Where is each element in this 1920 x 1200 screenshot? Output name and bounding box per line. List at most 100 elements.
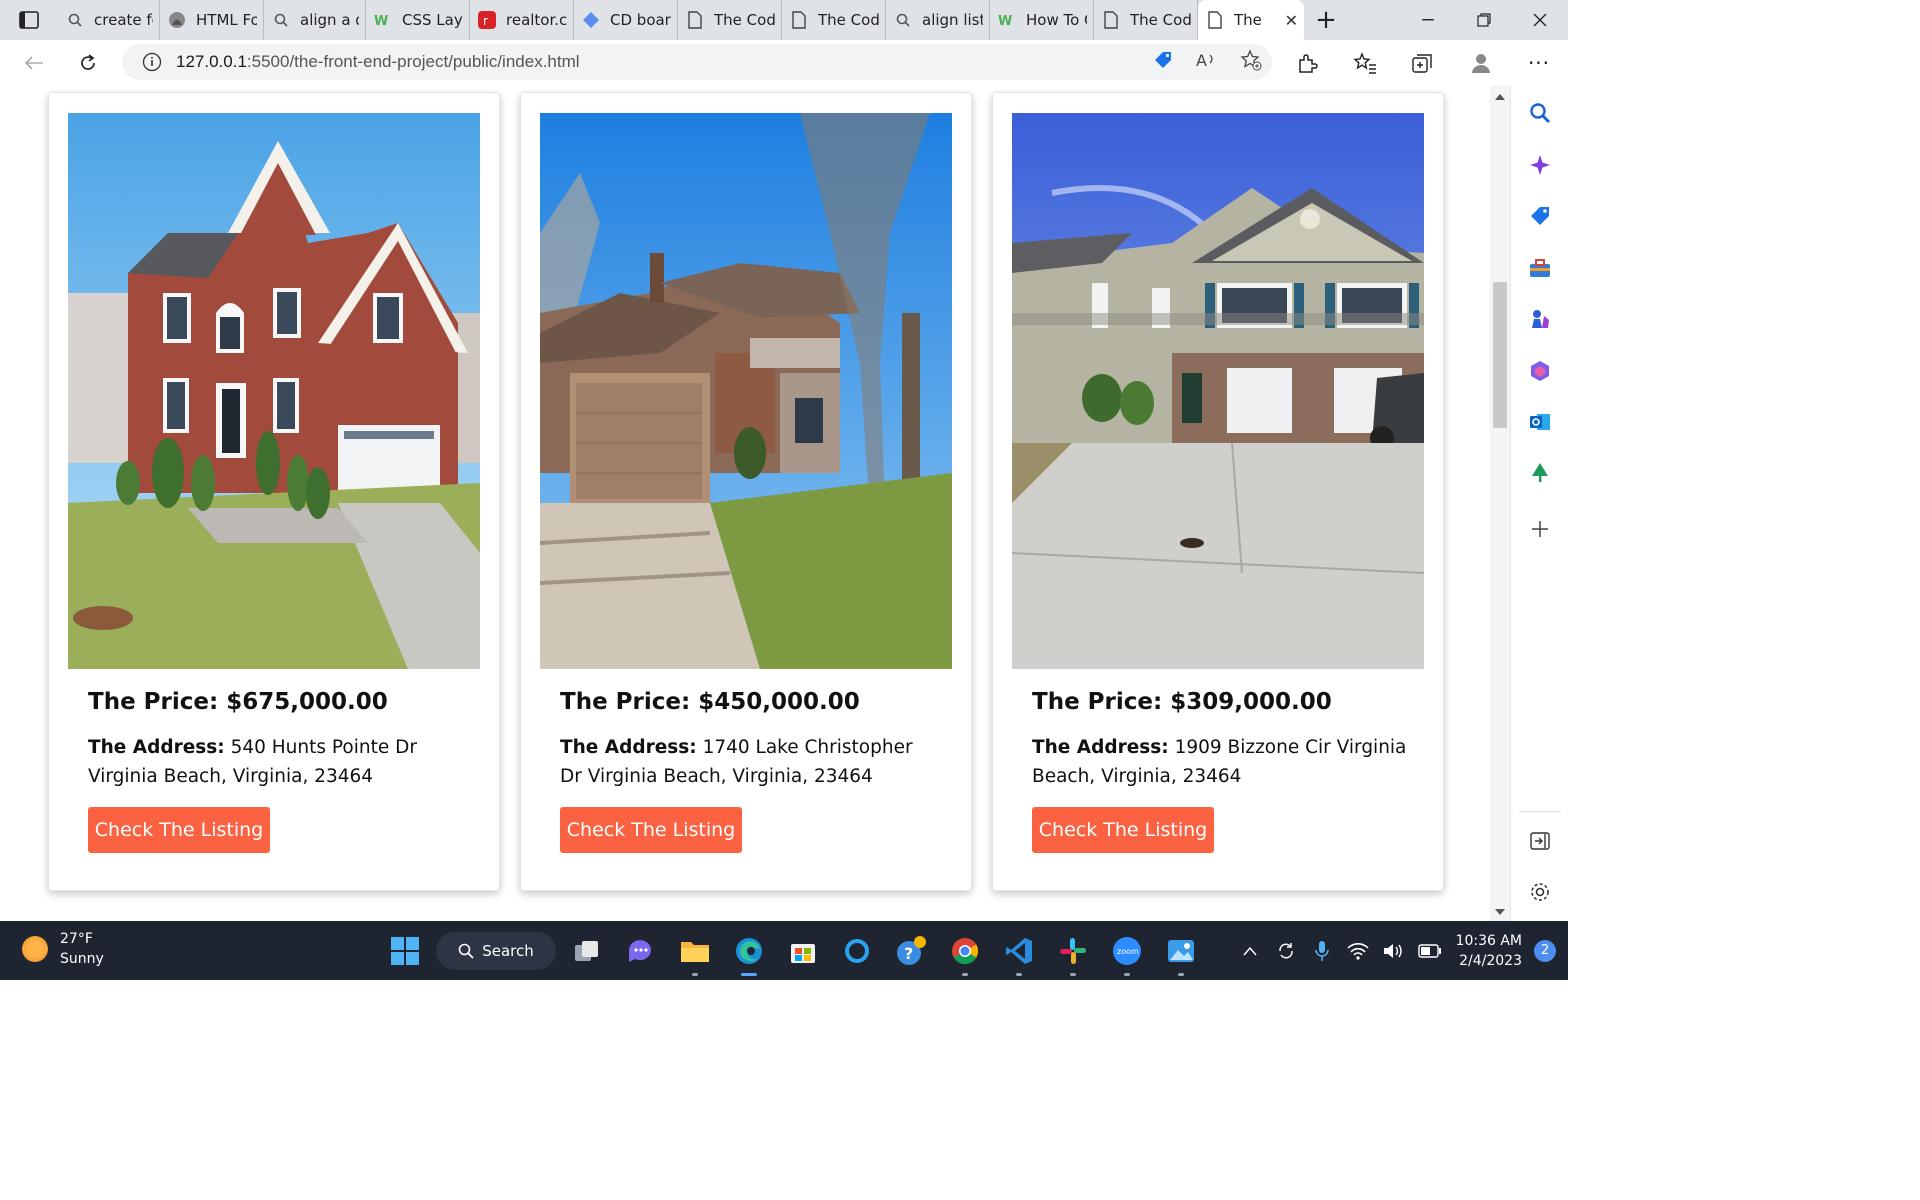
browser-tab[interactable]: create fo: [58, 0, 160, 40]
listing-card: The Price: $675,000.00 The Address: 540 …: [48, 92, 500, 891]
battery-icon[interactable]: [1412, 943, 1448, 958]
sidebar-shopping-button[interactable]: [1511, 196, 1569, 236]
listing-card: The Price: $309,000.00 The Address: 1909…: [992, 92, 1444, 891]
window-controls: [1400, 0, 1568, 40]
photos-button[interactable]: [1154, 921, 1208, 980]
sidebar-settings-button[interactable]: [1511, 872, 1569, 912]
svg-text:W: W: [374, 14, 388, 27]
volume-icon[interactable]: [1376, 942, 1412, 960]
profile-button[interactable]: [1452, 52, 1510, 74]
search-icon: [458, 943, 474, 959]
browser-tab[interactable]: HTML Fo: [160, 0, 264, 40]
tab-title: The Codi: [818, 11, 879, 29]
cortana-ring-icon: [845, 938, 869, 963]
read-aloud-icon[interactable]: A: [1196, 50, 1218, 74]
page-icon: [1206, 11, 1224, 29]
office-icon: [1531, 361, 1549, 381]
browser-tab[interactable]: The Codi: [782, 0, 886, 40]
search-icon: [66, 11, 84, 29]
sidebar-search-button[interactable]: [1511, 93, 1569, 133]
store-button[interactable]: [776, 921, 830, 980]
help-button[interactable]: ?: [884, 921, 938, 980]
vscode-button[interactable]: [992, 921, 1046, 980]
sidebar-tools-button[interactable]: [1511, 248, 1569, 288]
browser-tab[interactable]: The Codi: [678, 0, 782, 40]
sidebar-drop-button[interactable]: [1511, 453, 1569, 493]
wifi-icon[interactable]: [1340, 942, 1376, 960]
gear-icon: [1531, 883, 1549, 901]
close-window-button[interactable]: [1512, 0, 1568, 40]
scrollbar-thumb[interactable]: [1493, 282, 1507, 428]
slack-icon: [1060, 937, 1086, 964]
tab-actions-button[interactable]: [0, 0, 58, 40]
toolbox-icon: [1530, 259, 1550, 277]
panel-collapse-icon: [1530, 832, 1550, 850]
file-explorer-button[interactable]: [668, 921, 722, 980]
sidebar-add-button[interactable]: [1511, 509, 1569, 549]
scroll-down-arrow-icon[interactable]: [1495, 909, 1505, 915]
browser-tab[interactable]: align list: [886, 0, 990, 40]
slack-button[interactable]: [1046, 921, 1100, 980]
sidebar-games-button[interactable]: [1511, 299, 1569, 339]
clock[interactable]: 10:36 AM 2/4/2023: [1456, 931, 1522, 971]
windows-taskbar: 27°F Sunny Search ? zoom 10:36 AM 2/4/20…: [0, 921, 1568, 980]
collections-button[interactable]: [1394, 52, 1452, 74]
tab-title: HTML Fo: [196, 11, 257, 29]
taskbar-search[interactable]: Search: [436, 931, 556, 970]
weather-condition: Sunny: [60, 951, 104, 967]
new-tab-button[interactable]: +: [1304, 0, 1348, 40]
search-label: Search: [482, 941, 534, 960]
back-button[interactable]: [12, 43, 56, 83]
back-arrow-icon: [24, 56, 43, 70]
extensions-button[interactable]: [1278, 52, 1336, 74]
minimize-button[interactable]: [1400, 0, 1456, 40]
edge-button[interactable]: [722, 921, 776, 980]
zoom-button[interactable]: zoom: [1100, 921, 1154, 980]
start-button[interactable]: [378, 921, 432, 980]
check-listing-button[interactable]: Check The Listing: [560, 807, 742, 853]
sidebar-office-button[interactable]: [1511, 351, 1569, 391]
task-view-button[interactable]: [560, 921, 614, 980]
browser-tab[interactable]: W CSS Layo: [366, 0, 470, 40]
show-hidden-icons-button[interactable]: [1232, 946, 1268, 956]
sidebar-outlook-button[interactable]: [1511, 402, 1569, 442]
url-path: :5500/the-front-end-project/public/index…: [246, 52, 580, 71]
brown-house-image: [540, 113, 952, 669]
coupon-tag-icon[interactable]: [1152, 49, 1174, 75]
page-icon: [686, 11, 704, 29]
add-favorite-icon[interactable]: [1240, 49, 1262, 75]
close-tab-icon[interactable]: ✕: [1285, 11, 1298, 30]
browser-tab[interactable]: CD boarc: [574, 0, 678, 40]
collections-icon: [1412, 54, 1432, 73]
sparkle-icon: [1530, 155, 1550, 175]
notification-badge[interactable]: 2: [1534, 939, 1556, 962]
browser-tab-active[interactable]: The ✕: [1198, 0, 1304, 40]
browser-tab[interactable]: align a d: [264, 0, 366, 40]
info-icon[interactable]: [142, 52, 162, 72]
sidebar-discover-button[interactable]: [1511, 145, 1569, 185]
sun-icon: [22, 936, 48, 962]
tab-title: create fo: [94, 11, 153, 29]
teams-chat-button[interactable]: [614, 921, 668, 980]
address-bar[interactable]: 127.0.0.1:5500/the-front-end-project/pub…: [122, 44, 1272, 80]
browser-tab[interactable]: The Codi: [1094, 0, 1198, 40]
page-scrollbar[interactable]: [1490, 86, 1510, 921]
scroll-up-arrow-icon[interactable]: [1495, 94, 1505, 100]
chrome-icon: [952, 937, 979, 964]
cortana-button[interactable]: [830, 921, 884, 980]
more-options-button[interactable]: ···: [1510, 51, 1568, 75]
microphone-icon[interactable]: [1304, 940, 1340, 962]
refresh-button[interactable]: [66, 43, 110, 83]
browser-tab[interactable]: W How To C: [990, 0, 1094, 40]
check-listing-button[interactable]: Check The Listing: [1032, 807, 1214, 853]
sync-icon[interactable]: [1268, 941, 1304, 961]
browser-tab[interactable]: r realtor.co: [470, 0, 574, 40]
chat-icon: [629, 939, 651, 962]
check-listing-button[interactable]: Check The Listing: [88, 807, 270, 853]
restore-button[interactable]: [1456, 0, 1512, 40]
chrome-button[interactable]: [938, 921, 992, 980]
tab-title: align a d: [300, 11, 359, 29]
sidebar-hide-button[interactable]: [1511, 821, 1569, 861]
weather-widget[interactable]: 27°F Sunny: [22, 929, 104, 969]
favorites-button[interactable]: [1336, 52, 1394, 74]
